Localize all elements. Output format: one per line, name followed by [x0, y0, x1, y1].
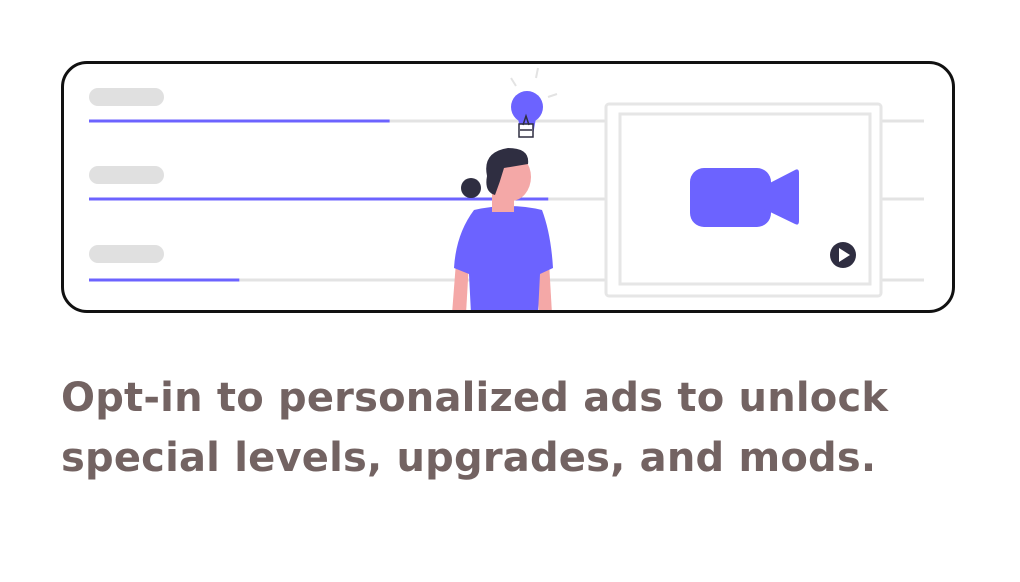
- lightbulb-icon: [510, 67, 558, 138]
- hair-bun: [461, 178, 481, 198]
- play-icon[interactable]: [830, 242, 856, 268]
- label-placeholder: [89, 166, 164, 184]
- illustration-card: [61, 61, 955, 313]
- video-frame: [604, 102, 883, 298]
- caption-line-1: Opt-in to personalized ads to unlock: [61, 375, 889, 421]
- illustration: [89, 67, 924, 310]
- shirt: [454, 206, 553, 310]
- label-placeholder: [89, 88, 164, 106]
- label-placeholder: [89, 245, 164, 263]
- person-illustration: [452, 67, 558, 310]
- caption-line-2: special levels, upgrades, and mods.: [61, 435, 877, 481]
- caption: Opt-in to personalized ads to unlock spe…: [61, 368, 961, 488]
